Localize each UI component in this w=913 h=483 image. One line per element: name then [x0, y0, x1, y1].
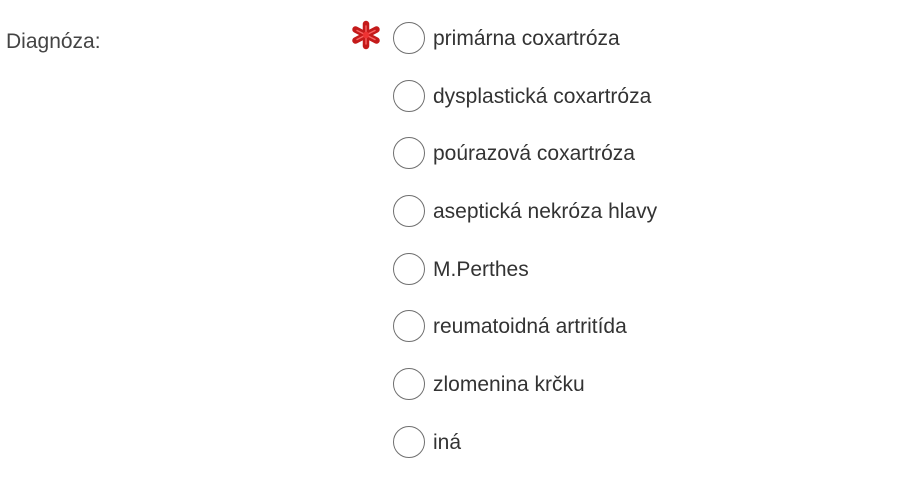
diagnosis-option-dysplasticka-coxartroza[interactable]: dysplastická coxartróza	[393, 79, 657, 113]
option-label[interactable]: M.Perthes	[433, 257, 529, 283]
option-label[interactable]: reumatoidná artritída	[433, 314, 627, 340]
option-label[interactable]: dysplastická coxartróza	[433, 84, 651, 110]
diagnosis-option-primarna-coxartroza[interactable]: primárna coxartróza	[393, 21, 657, 55]
diagnosis-option-zlomenina-krcku[interactable]: zlomenina krčku	[393, 367, 657, 401]
diagnosis-label: Diagnóza:	[6, 30, 101, 53]
option-label[interactable]: poúrazová coxartróza	[433, 141, 635, 167]
radio-button[interactable]	[393, 195, 425, 228]
diagnosis-option-reumatoidna-artritida[interactable]: reumatoidná artritída	[393, 309, 657, 343]
radio-button[interactable]	[393, 310, 425, 343]
required-asterisk-icon	[352, 20, 380, 50]
option-label[interactable]: primárna coxartróza	[433, 26, 620, 52]
diagnosis-radio-group: primárna coxartróza dysplastická coxartr…	[393, 21, 657, 483]
radio-button[interactable]	[393, 252, 425, 285]
radio-button[interactable]	[393, 79, 425, 112]
radio-button[interactable]	[393, 425, 425, 458]
option-label[interactable]: aseptická nekróza hlavy	[433, 199, 657, 225]
option-label[interactable]: iná	[433, 430, 461, 456]
diagnosis-option-m-perthes[interactable]: M.Perthes	[393, 252, 657, 286]
radio-button[interactable]	[393, 22, 425, 54]
option-label[interactable]: zlomenina krčku	[433, 372, 585, 398]
diagnosis-option-ina[interactable]: iná	[393, 425, 657, 459]
diagnosis-option-asepticka-nekroza-hlavy[interactable]: aseptická nekróza hlavy	[393, 194, 657, 228]
radio-button[interactable]	[393, 368, 425, 401]
radio-button[interactable]	[393, 137, 425, 170]
diagnosis-option-pourazova-coxartroza[interactable]: poúrazová coxartróza	[393, 136, 657, 170]
